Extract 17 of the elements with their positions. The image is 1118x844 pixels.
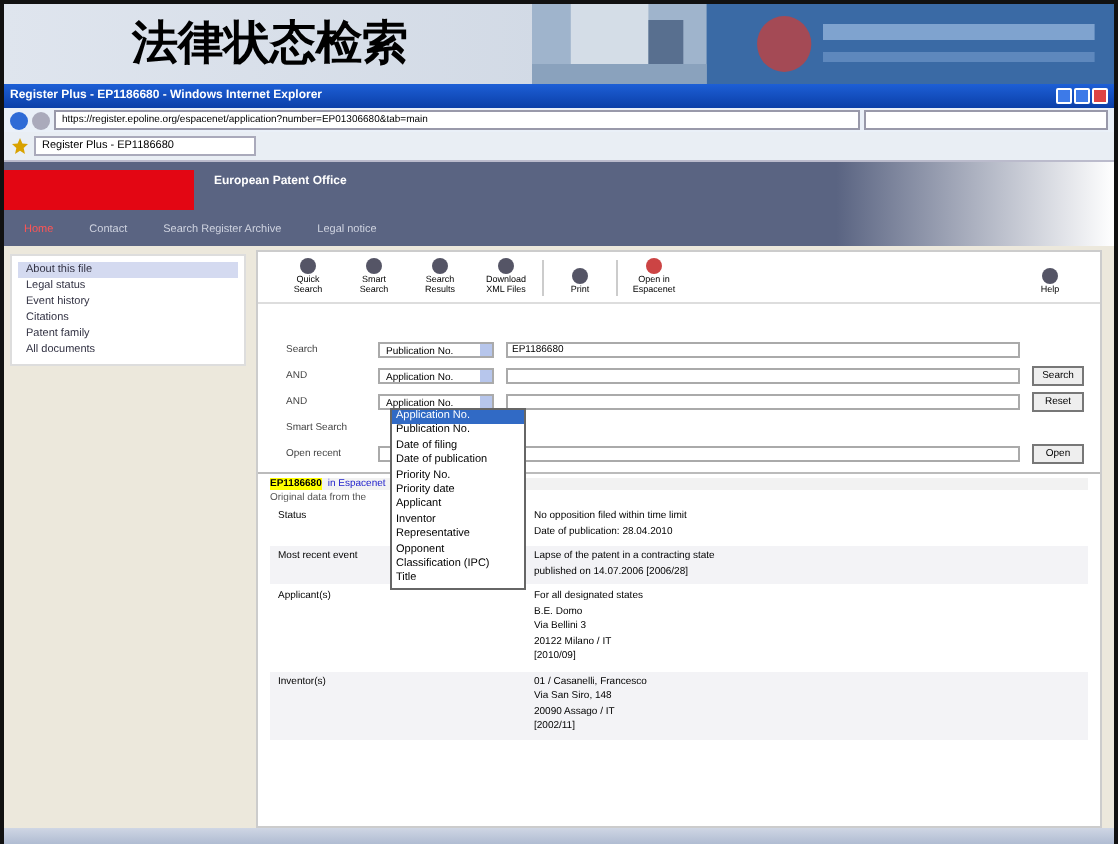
tool-icon: [644, 256, 664, 277]
forward-button[interactable]: [32, 111, 50, 129]
tool-icon: [430, 256, 450, 277]
tool-icon: [364, 256, 384, 277]
maximize-button[interactable]: [1074, 88, 1090, 104]
tool-icon: [298, 256, 318, 277]
star-icon[interactable]: [12, 138, 28, 154]
back-button[interactable]: [10, 111, 28, 129]
tool-icon: [496, 256, 516, 277]
tool-icon: [570, 266, 590, 287]
tool-icon: [1040, 266, 1060, 287]
minimize-button[interactable]: [1056, 88, 1072, 104]
close-button[interactable]: [1092, 88, 1108, 104]
input-field[interactable]: [506, 368, 1020, 384]
input-field[interactable]: [506, 394, 1020, 410]
search-field[interactable]: [864, 110, 1108, 130]
slide-title: 法律状态检索: [129, 16, 410, 74]
